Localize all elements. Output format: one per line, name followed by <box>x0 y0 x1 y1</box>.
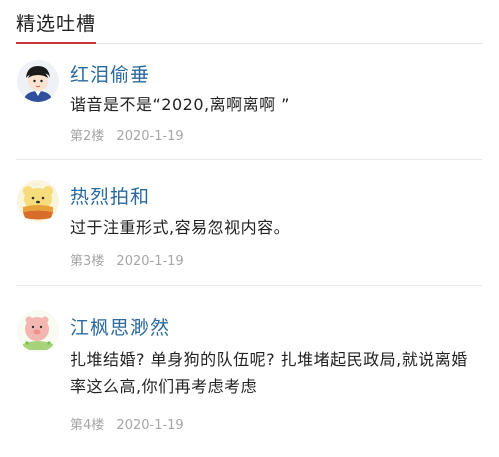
comment-username[interactable]: 江枫思渺然 <box>70 315 170 341</box>
comment-text: 过于注重形式,容易忽视内容。 <box>70 218 291 237</box>
comment-meta: 第2楼 2020-1-19 <box>70 128 184 146</box>
comment-floor: 第3楼 <box>70 254 105 269</box>
comment-floor: 第2楼 <box>70 129 105 144</box>
comment-date: 2020-1-19 <box>116 418 184 433</box>
comment-username[interactable]: 热烈拍和 <box>70 184 150 210</box>
cartoon-pig-avatar-icon[interactable] <box>17 310 59 352</box>
section-title-underline <box>16 42 96 44</box>
comment-text: 扎堆结婚? 单身狗的队伍呢? 扎堆堵起民政局,就说离婚率这么高,你们再考虑考虑 <box>70 350 468 396</box>
comments-page: 精选吐槽 红泪偷垂 谐音是不是“2020,离啊离啊 ” 第2楼 2020-1-1… <box>0 0 499 457</box>
comment-date: 2020-1-19 <box>116 129 184 144</box>
comment-divider <box>16 285 482 286</box>
comment-text: 谐音是不是“2020,离啊离啊 ” <box>70 95 290 114</box>
cartoon-bear-avatar-icon[interactable] <box>17 180 59 222</box>
comment-floor: 第4楼 <box>70 418 105 433</box>
cartoon-boy-avatar-icon[interactable] <box>17 60 59 102</box>
section-header: 精选吐槽 <box>0 0 499 44</box>
comment-meta: 第3楼 2020-1-19 <box>70 253 184 271</box>
comment-divider <box>16 159 482 160</box>
comment-date: 2020-1-19 <box>116 254 184 269</box>
comment-username[interactable]: 红泪偷垂 <box>70 62 150 88</box>
section-title: 精选吐槽 <box>16 13 97 35</box>
comment-meta: 第4楼 2020-1-19 <box>70 417 184 435</box>
